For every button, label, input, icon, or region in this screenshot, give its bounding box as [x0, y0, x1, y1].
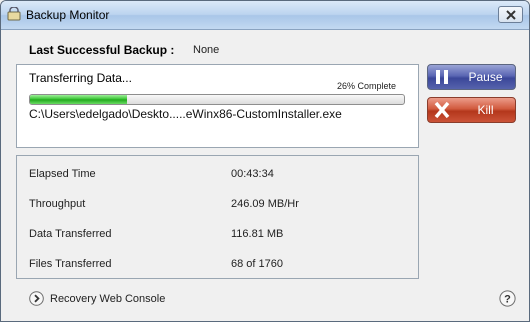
stat-value: 246.09 MB/Hr: [231, 198, 299, 210]
help-icon[interactable]: ?: [499, 290, 516, 307]
app-icon: [7, 7, 21, 21]
last-backup-value: None: [193, 44, 220, 56]
last-backup-label: Last Successful Backup :: [29, 43, 175, 57]
transfer-status: Transferring Data...: [29, 71, 132, 85]
recovery-web-console-label: Recovery Web Console: [50, 293, 166, 305]
close-icon: [506, 10, 516, 20]
kill-button[interactable]: Kill: [427, 97, 516, 123]
stat-row-throughput: Throughput 246.09 MB/Hr: [29, 198, 409, 214]
stat-value: 116.81 MB: [231, 228, 284, 240]
svg-text:?: ?: [504, 293, 511, 305]
stat-label: Files Transferred: [29, 258, 112, 270]
transfer-panel: Transferring Data... 26% Complete C:\Use…: [16, 64, 419, 148]
stat-value: 68 of 1760: [231, 258, 283, 270]
percent-complete: 26% Complete: [336, 81, 396, 91]
pause-icon: [436, 70, 448, 84]
stat-row-elapsed-time: Elapsed Time 00:43:34: [29, 168, 409, 184]
close-button[interactable]: [498, 6, 523, 23]
arrow-right-icon: [29, 291, 44, 306]
stats-panel: Elapsed Time 00:43:34 Throughput 246.09 …: [16, 155, 419, 279]
stat-row-files-transferred: Files Transferred 68 of 1760: [29, 258, 409, 274]
stat-row-data-transferred: Data Transferred 116.81 MB: [29, 228, 409, 244]
progress-fill: [30, 95, 128, 104]
pause-label: Pause: [468, 70, 503, 84]
kill-icon: [434, 101, 450, 119]
progress-bar: [29, 94, 405, 105]
stat-label: Throughput: [29, 198, 86, 210]
kill-label: Kill: [477, 103, 494, 117]
current-file: C:\Users\edelgado\Deskto.....eWinx86-Cus…: [29, 107, 342, 121]
stat-value: 00:43:34: [231, 168, 274, 180]
backup-monitor-window: Backup Monitor Last Successful Backup : …: [0, 0, 530, 322]
title-bar[interactable]: Backup Monitor: [1, 1, 529, 30]
window-title: Backup Monitor: [26, 8, 110, 22]
stat-label: Data Transferred: [29, 228, 112, 240]
pause-button[interactable]: Pause: [427, 64, 516, 90]
stat-label: Elapsed Time: [29, 168, 96, 180]
